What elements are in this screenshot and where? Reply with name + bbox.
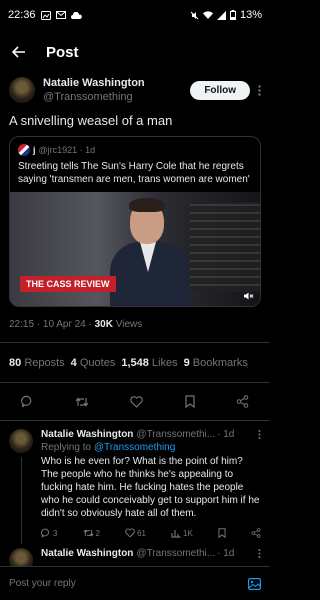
reply-share-action[interactable] bbox=[251, 528, 261, 538]
quote-header: j @jrc1921 · 1d bbox=[10, 137, 260, 156]
quote-text: Streeting tells The Sun's Harry Cole tha… bbox=[18, 161, 250, 185]
reply-like-action[interactable]: 61 bbox=[125, 528, 146, 538]
replying-prefix: Replying to bbox=[41, 442, 94, 453]
battery-percent: 13% bbox=[239, 9, 262, 21]
gallery-icon bbox=[40, 10, 51, 20]
quote-avatar bbox=[18, 144, 30, 156]
replying-to: Replying to @Transsomething bbox=[41, 442, 261, 453]
quote-author: j bbox=[33, 145, 36, 155]
post-actions bbox=[0, 383, 270, 420]
reply-views-action[interactable]: 1K bbox=[171, 528, 193, 538]
bookmarks-count: 9 bbox=[183, 357, 190, 369]
reply-likes-count: 61 bbox=[137, 528, 146, 538]
like-icon bbox=[125, 528, 135, 538]
main-post: Natalie Washington @Transsomething Follo… bbox=[0, 76, 270, 330]
image-attach-icon[interactable] bbox=[248, 577, 261, 590]
reply-header: Natalie Washington @Transsomethi... · 1d bbox=[41, 429, 261, 440]
post-stats: 80 Reposts 4 Quotes 1,548 Likes 9 Bookma… bbox=[0, 343, 270, 382]
reply-input[interactable]: Post your reply bbox=[9, 578, 76, 589]
reply-item[interactable]: Natalie Washington @Transsomethi... · 1d… bbox=[0, 421, 270, 544]
top-bar: Post bbox=[0, 30, 270, 74]
reposts-stat[interactable]: 80 Reposts bbox=[9, 357, 65, 369]
status-time: 22:36 bbox=[8, 9, 36, 21]
reply-repost-action[interactable]: 2 bbox=[82, 528, 100, 538]
bookmark-icon[interactable] bbox=[185, 395, 195, 408]
author-row: Natalie Washington @Transsomething Follo… bbox=[9, 76, 261, 104]
reply-reposts-count: 2 bbox=[95, 528, 100, 538]
reposts-count: 80 bbox=[9, 357, 22, 369]
thread-line bbox=[20, 457, 22, 544]
video-person bbox=[110, 198, 190, 306]
reply-replies-count: 3 bbox=[53, 528, 58, 538]
video-mute-icon[interactable] bbox=[244, 292, 254, 300]
avatar[interactable] bbox=[9, 77, 35, 103]
author-names: Natalie Washington @Transsomething bbox=[43, 76, 190, 104]
reply-time: · 1d bbox=[217, 429, 235, 440]
quote-video[interactable]: THE CASS REVIEW bbox=[10, 192, 260, 306]
reply-author-name[interactable]: Natalie Washington bbox=[41, 429, 133, 440]
signal-icon bbox=[216, 10, 226, 20]
reply-views-count: 1K bbox=[183, 528, 193, 538]
post-text: A snivelling weasel of a man bbox=[9, 113, 173, 128]
back-arrow-icon[interactable] bbox=[12, 46, 26, 58]
reply-icon bbox=[41, 528, 50, 538]
quotes-count: 4 bbox=[70, 357, 77, 369]
likes-label: Likes bbox=[151, 357, 178, 369]
mail-icon bbox=[55, 11, 66, 19]
quotes-label: Quotes bbox=[79, 357, 116, 369]
post-time: 22:15 · 10 Apr 24 · bbox=[9, 319, 95, 330]
likes-stat[interactable]: 1,548 Likes bbox=[121, 357, 177, 369]
reply-actions: 3 2 61 1K bbox=[41, 528, 261, 538]
cloud-icon bbox=[70, 11, 82, 19]
post-meta: 22:15 · 10 Apr 24 · 30K Views bbox=[9, 319, 261, 330]
views-icon bbox=[171, 530, 181, 538]
wifi-icon bbox=[202, 11, 213, 19]
status-bar: 22:36 13% bbox=[0, 0, 270, 30]
reply-more-icon[interactable] bbox=[252, 429, 261, 440]
bookmark-icon bbox=[218, 528, 226, 538]
repost-icon[interactable] bbox=[75, 395, 89, 408]
mute-icon bbox=[190, 11, 199, 20]
reply-author-handle[interactable]: @Transsomethi... bbox=[136, 548, 215, 559]
quote-handle-time: @jrc1921 · 1d bbox=[38, 145, 96, 155]
reply-author-name[interactable]: Natalie Washington bbox=[41, 548, 133, 559]
likes-count: 1,548 bbox=[121, 357, 149, 369]
quotes-stat[interactable]: 4 Quotes bbox=[71, 357, 116, 369]
replying-to-handle[interactable]: @Transsomething bbox=[94, 442, 175, 453]
reply-reply-action[interactable]: 3 bbox=[41, 528, 57, 538]
author-handle[interactable]: @Transsomething bbox=[43, 90, 190, 104]
battery-icon bbox=[229, 10, 236, 20]
reply-author-handle[interactable]: @Transsomethi... bbox=[136, 429, 215, 440]
bookmarks-label: Bookmarks bbox=[192, 357, 248, 369]
reply-avatar[interactable] bbox=[9, 429, 33, 453]
reply-header: Natalie Washington @Transsomethi... · 1d bbox=[41, 548, 261, 559]
follow-button[interactable]: Follow bbox=[190, 80, 250, 100]
reposts-label: Reposts bbox=[24, 357, 65, 369]
page-title: Post bbox=[46, 43, 79, 61]
views-count: 30K bbox=[94, 319, 113, 330]
video-banner: THE CASS REVIEW bbox=[20, 276, 116, 292]
reply-time: · 1d bbox=[217, 548, 235, 559]
like-icon[interactable] bbox=[130, 395, 144, 408]
repost-icon bbox=[82, 529, 94, 537]
reply-bookmark-action[interactable] bbox=[218, 528, 226, 538]
more-options-icon[interactable] bbox=[258, 84, 261, 96]
quoted-post[interactable]: j @jrc1921 · 1d Streeting tells The Sun'… bbox=[9, 136, 261, 307]
video-background-shelf bbox=[190, 202, 260, 292]
author-name[interactable]: Natalie Washington bbox=[43, 76, 190, 90]
bookmarks-stat[interactable]: 9 Bookmarks bbox=[184, 357, 248, 369]
reply-text: Who is he even for? What is the point of… bbox=[41, 456, 260, 519]
reply-icon[interactable] bbox=[20, 395, 34, 408]
views-label: Views bbox=[112, 319, 143, 330]
share-icon[interactable] bbox=[236, 395, 249, 408]
reply-more-icon[interactable] bbox=[252, 548, 261, 559]
reply-composer[interactable]: Post your reply bbox=[0, 566, 270, 600]
share-icon bbox=[251, 528, 261, 538]
